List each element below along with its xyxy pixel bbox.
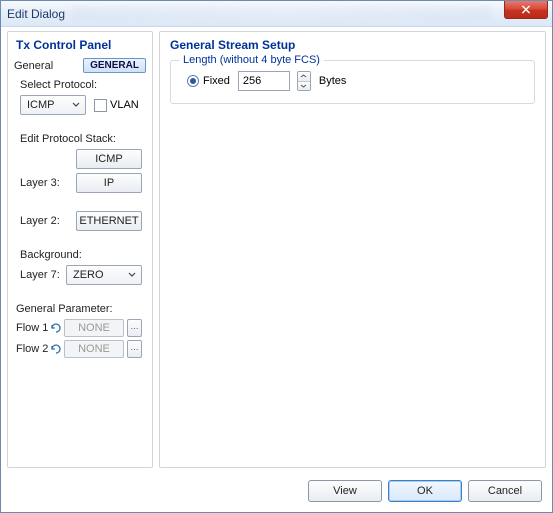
flow2-row: Flow 2 NONE (16, 340, 146, 358)
left-panel-title: Tx Control Panel (16, 38, 146, 52)
spin-up-button[interactable] (298, 72, 310, 82)
bytes-label: Bytes (319, 75, 347, 87)
flow1-browse-button[interactable] (127, 319, 142, 337)
vlan-checkbox-wrap[interactable]: VLAN (94, 99, 139, 112)
protocol-value: ICMP (27, 99, 69, 111)
ok-button[interactable]: OK (388, 480, 462, 502)
general-stream-setup-panel: General Stream Setup Length (without 4 b… (159, 31, 546, 468)
general-label: General (14, 60, 53, 72)
layer2-label: Layer 2: (20, 215, 64, 227)
length-groupbox: Length (without 4 byte FCS) Fixed Bytes (170, 60, 535, 104)
layer7-combo[interactable]: ZERO (66, 265, 142, 285)
general-button[interactable]: GENERAL (83, 58, 146, 73)
refresh-icon[interactable] (50, 322, 62, 334)
chevron-down-icon (125, 272, 139, 278)
ethernet-button[interactable]: ETHERNET (76, 211, 142, 231)
chevron-down-icon (69, 102, 83, 108)
flow2-label: Flow 2 (16, 343, 50, 355)
close-icon (521, 5, 531, 14)
select-protocol-label: Select Protocol: (20, 79, 146, 91)
dialog-window: Edit Dialog Tx Control Panel General GEN… (0, 0, 553, 513)
content-area: Tx Control Panel General GENERAL Select … (7, 31, 546, 468)
window-title: Edit Dialog (7, 7, 65, 21)
layer3-label: Layer 3: (20, 177, 64, 189)
view-button[interactable]: View (308, 480, 382, 502)
edit-stack-label: Edit Protocol Stack: (20, 133, 146, 145)
vlan-checkbox[interactable] (94, 99, 107, 112)
flow2-value: NONE (64, 340, 124, 358)
background-label: Background: (20, 249, 146, 261)
titlebar-glass (71, 5, 492, 21)
ip-button[interactable]: IP (76, 173, 142, 193)
refresh-icon[interactable] (50, 343, 62, 355)
length-input[interactable] (238, 71, 290, 91)
flow1-label: Flow 1 (16, 322, 50, 334)
vlan-label: VLAN (110, 99, 139, 111)
spin-down-button[interactable] (298, 82, 310, 91)
fixed-radio[interactable] (187, 75, 199, 87)
cancel-button[interactable]: Cancel (468, 480, 542, 502)
flow1-row: Flow 1 NONE (16, 319, 146, 337)
title-bar: Edit Dialog (1, 1, 552, 27)
right-panel-title: General Stream Setup (170, 38, 537, 52)
icmp-button[interactable]: ICMP (76, 149, 142, 169)
layer7-value: ZERO (73, 269, 125, 281)
fixed-label: Fixed (203, 75, 230, 87)
length-spinner[interactable] (297, 71, 311, 91)
flow1-value: NONE (64, 319, 124, 337)
tx-control-panel: Tx Control Panel General GENERAL Select … (7, 31, 153, 468)
flow2-browse-button[interactable] (127, 340, 142, 358)
footer-buttons: View OK Cancel (308, 480, 542, 502)
fixed-radio-wrap[interactable]: Fixed (187, 75, 230, 87)
length-group-label: Length (without 4 byte FCS) (179, 54, 324, 66)
protocol-combo[interactable]: ICMP (20, 95, 86, 115)
layer7-label: Layer 7: (20, 269, 64, 281)
general-parameter-label: General Parameter: (16, 303, 146, 315)
close-button[interactable] (504, 1, 548, 19)
